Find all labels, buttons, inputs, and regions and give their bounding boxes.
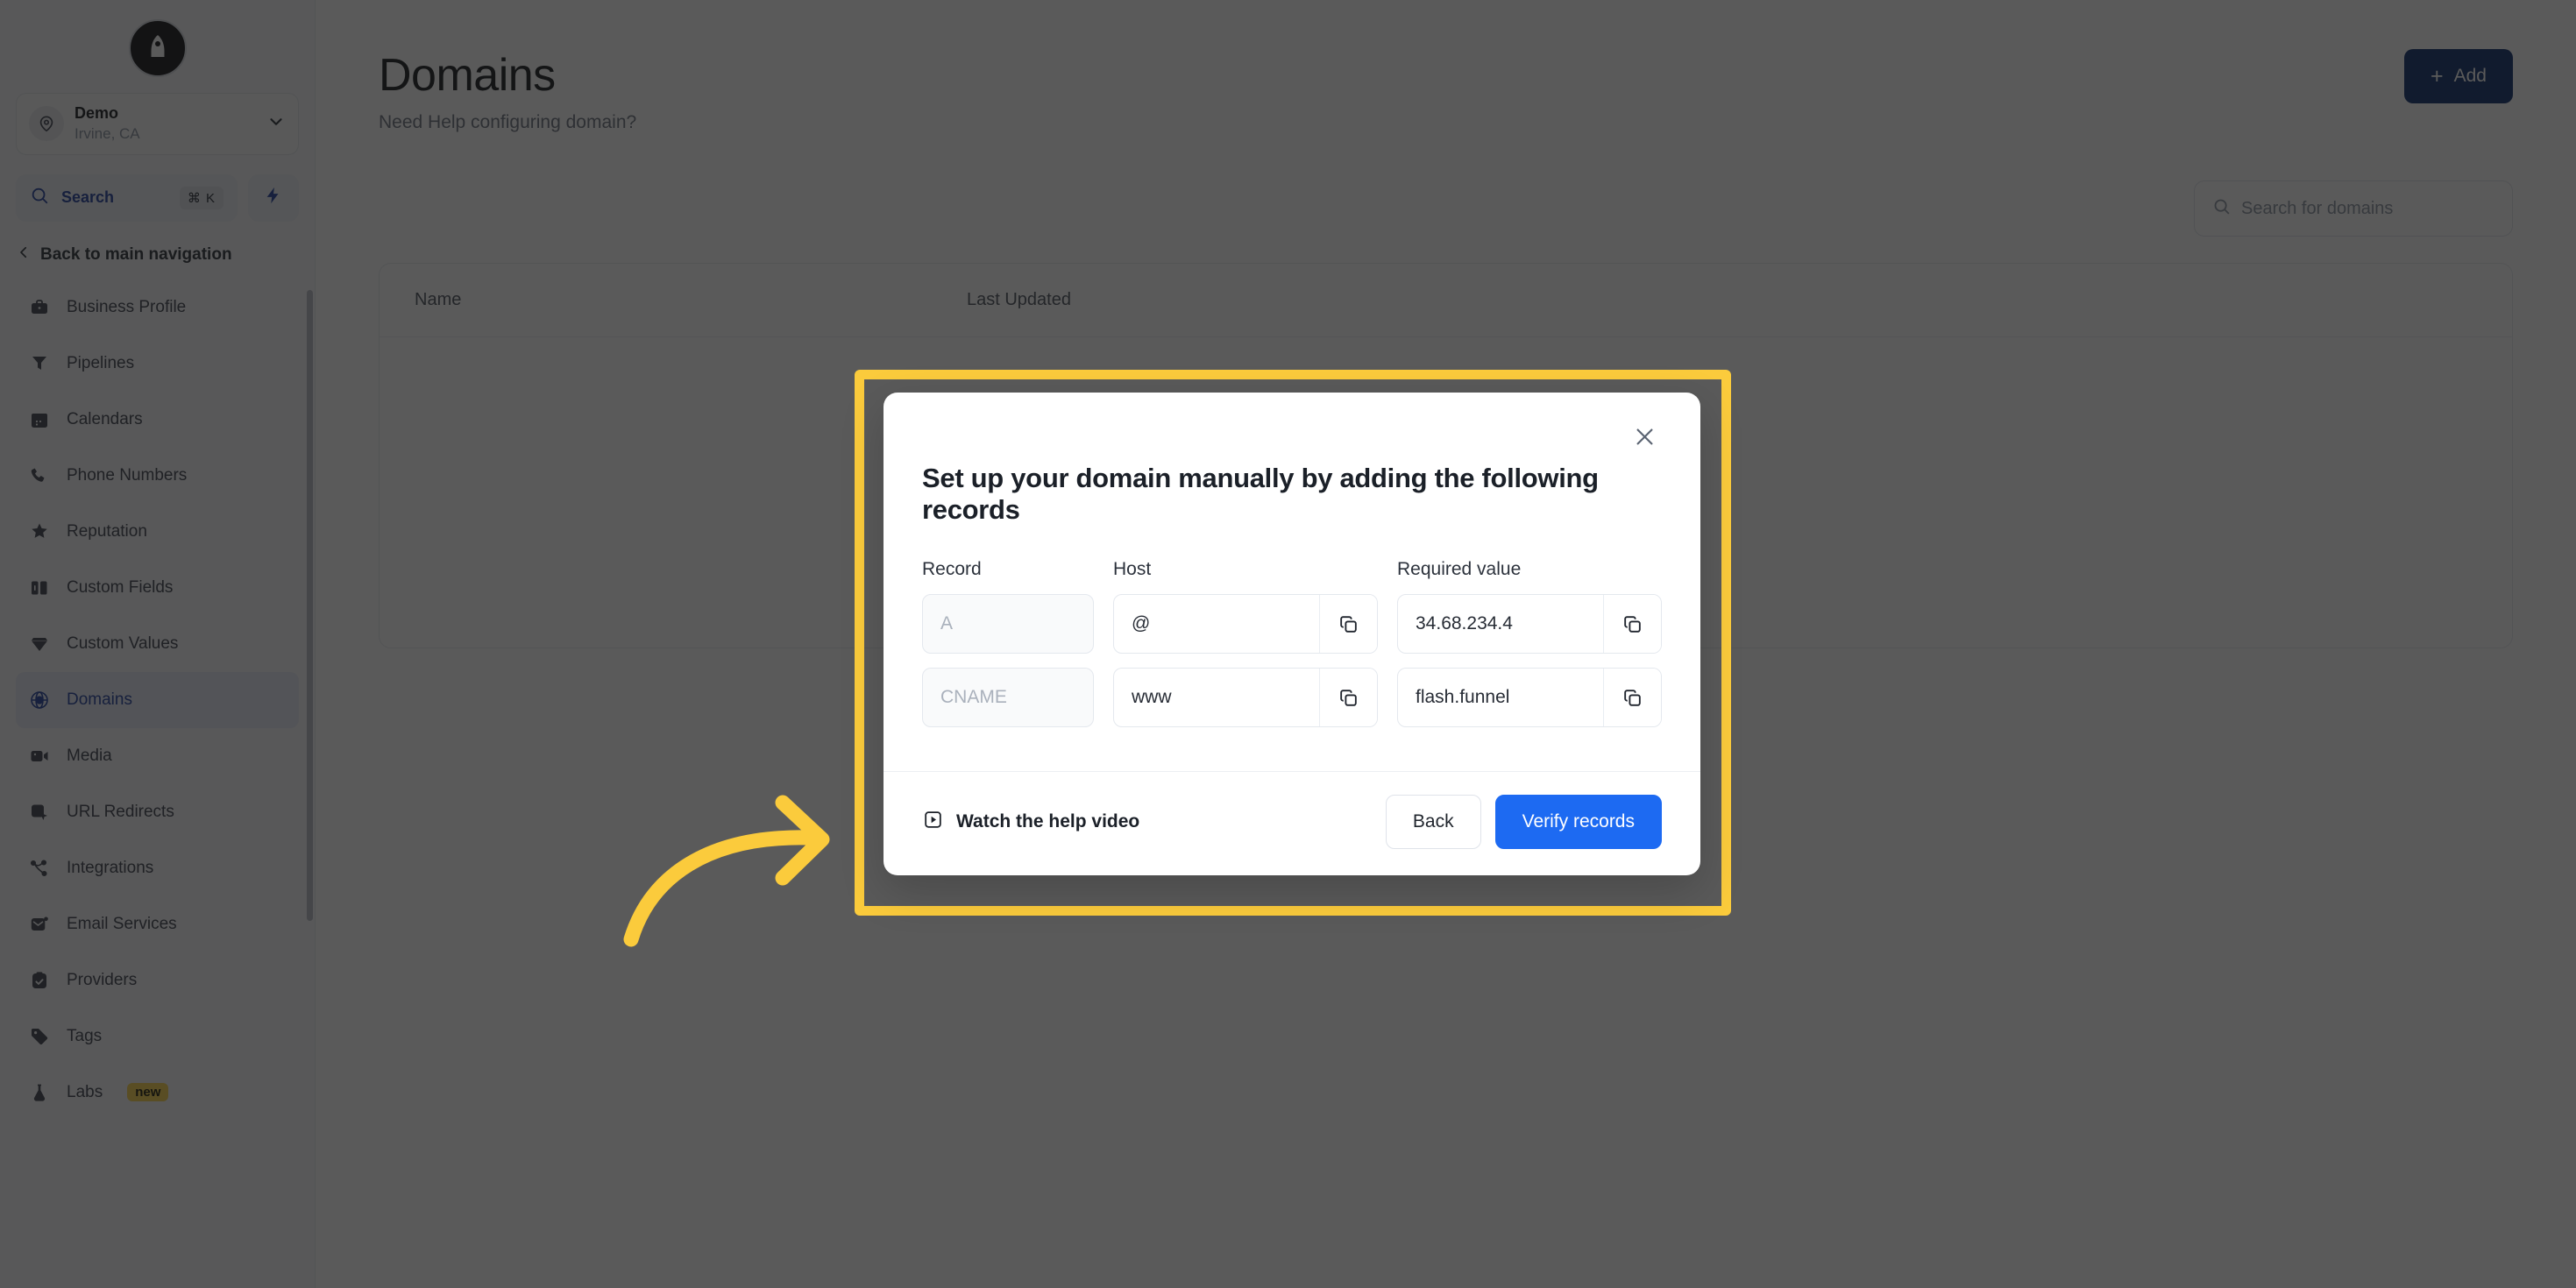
copy-icon[interactable] xyxy=(1319,669,1377,726)
required-value-field-value[interactable]: 34.68.234.4 xyxy=(1398,613,1603,634)
dns-records-modal: Set up your domain manually by adding th… xyxy=(884,393,1700,875)
host-field-group: www xyxy=(1113,668,1378,727)
dns-record-row: CNAME www flash.funnel xyxy=(922,668,1662,727)
copy-icon[interactable] xyxy=(1603,595,1661,653)
label-required-value: Required value xyxy=(1397,559,1522,579)
host-field-value[interactable]: www xyxy=(1114,687,1319,708)
record-type-field: CNAME xyxy=(922,668,1094,727)
copy-icon[interactable] xyxy=(1319,595,1377,653)
dns-records-grid: Record Host Required value A @ 34.68.234… xyxy=(922,559,1662,727)
record-type-field: A xyxy=(922,594,1094,654)
verify-records-button[interactable]: Verify records xyxy=(1494,795,1662,849)
host-field-value[interactable]: @ xyxy=(1114,613,1319,634)
required-value-field-group: flash.funnel xyxy=(1397,668,1662,727)
modal-footer: Watch the help video Back Verify records xyxy=(884,771,1700,875)
required-value-field-value[interactable]: flash.funnel xyxy=(1398,687,1603,708)
copy-icon[interactable] xyxy=(1603,669,1661,726)
modal-close-row xyxy=(922,419,1662,454)
required-value-field-group: 34.68.234.4 xyxy=(1397,594,1662,654)
help-video-label: Watch the help video xyxy=(956,811,1140,832)
watch-help-video-link[interactable]: Watch the help video xyxy=(922,809,1139,836)
modal-body: Set up your domain manually by adding th… xyxy=(884,393,1700,771)
dns-record-row: A @ 34.68.234.4 xyxy=(922,594,1662,654)
close-icon[interactable] xyxy=(1627,419,1662,454)
play-square-icon xyxy=(922,809,944,836)
label-host: Host xyxy=(1113,559,1152,579)
record-column-labels: Record Host Required value xyxy=(922,559,1662,580)
modal-title: Set up your domain manually by adding th… xyxy=(922,463,1599,525)
host-field-group: @ xyxy=(1113,594,1378,654)
label-record: Record xyxy=(922,559,982,579)
back-button[interactable]: Back xyxy=(1385,795,1481,849)
modal-action-buttons: Back Verify records xyxy=(1385,795,1662,849)
